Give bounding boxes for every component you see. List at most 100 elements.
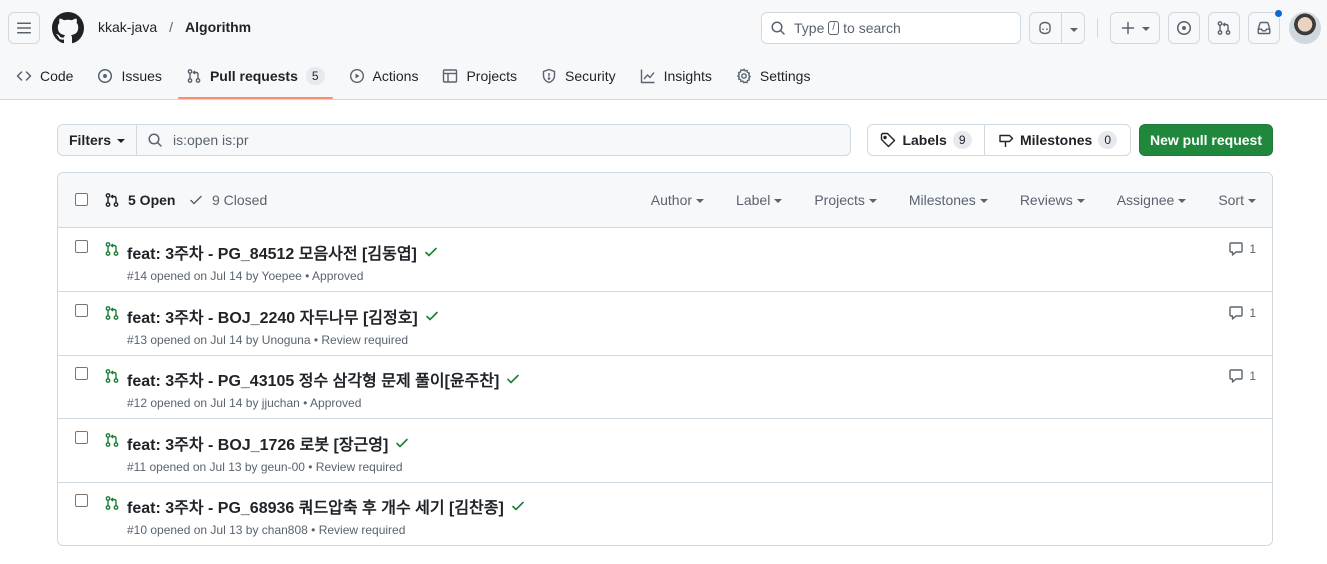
list-header: 5 Open 9 Closed Author Label Projects Mi… [58, 173, 1272, 228]
labels-button[interactable]: Labels 9 [867, 124, 985, 156]
open-filter-link[interactable]: 5 Open [104, 192, 175, 208]
milestone-icon [999, 134, 1014, 147]
search-icon [771, 21, 785, 35]
comments-link[interactable]: 1 [1228, 241, 1256, 257]
chevron-down-icon [1142, 27, 1150, 31]
your-pull-requests-button[interactable] [1208, 12, 1240, 44]
global-search-input[interactable]: Type / to search [761, 12, 1021, 44]
gear-icon [736, 68, 751, 84]
git-pull-request-icon [105, 193, 119, 207]
check-icon[interactable] [505, 371, 521, 387]
new-pull-request-button[interactable]: New pull request [1139, 124, 1273, 156]
search-placeholder-prefix: Type [794, 20, 825, 36]
search-placeholder-suffix: to search [843, 20, 901, 36]
chevron-down-icon [1178, 199, 1187, 203]
your-issues-button[interactable] [1168, 12, 1200, 44]
pull-request-row: feat: 3주차 - PG_84512 모음사전 [김동엽] #14 open… [58, 228, 1272, 292]
comment-count: 1 [1249, 242, 1256, 256]
comment-count: 1 [1249, 369, 1256, 383]
reviews-menu[interactable]: Reviews [1020, 192, 1085, 208]
tab-settings[interactable]: Settings [728, 56, 819, 96]
pull-request-title-link[interactable]: feat: 3주차 - PG_43105 정수 삼각형 문제 풀이[윤주찬] [127, 367, 521, 391]
repo-name-link[interactable]: Algorithm [185, 19, 251, 35]
inbox-icon [1257, 21, 1271, 35]
chevron-down-icon [696, 199, 705, 203]
menu-label: Milestones [908, 192, 976, 208]
pull-request-meta: #13 opened on Jul 14 by Unoguna • Review… [127, 333, 409, 347]
copilot-button[interactable] [1029, 12, 1085, 44]
play-icon [349, 68, 364, 84]
pull-request-title-link[interactable]: feat: 3주차 - BOJ_2240 자두나무 [김정호] [127, 304, 440, 328]
github-logo-icon[interactable] [52, 12, 84, 44]
menu-label: Sort [1218, 192, 1244, 208]
comment-icon [1229, 306, 1244, 320]
tab-label: Code [40, 68, 74, 84]
create-new-button[interactable] [1110, 12, 1160, 44]
pull-request-title-link[interactable]: feat: 3주차 - PG_84512 모음사전 [김동엽] [127, 240, 439, 264]
row-checkbox[interactable] [75, 494, 88, 507]
chevron-down-icon [774, 199, 783, 203]
graph-icon [640, 69, 655, 84]
menu-label: Reviews [1019, 192, 1073, 208]
row-checkbox[interactable] [75, 304, 88, 317]
check-icon[interactable] [394, 435, 410, 451]
table-icon [443, 69, 458, 83]
user-avatar[interactable] [1289, 12, 1321, 44]
tab-projects[interactable]: Projects [434, 56, 525, 96]
pull-request-row: feat: 3주차 - BOJ_2240 자두나무 [김정호] #13 open… [58, 292, 1272, 356]
tab-security[interactable]: Security [533, 56, 624, 96]
labels-counter: 9 [952, 131, 972, 149]
repo-owner-link[interactable]: kkak-java [98, 19, 157, 35]
chevron-down-icon [868, 199, 877, 203]
comments-link[interactable]: 1 [1228, 305, 1256, 321]
check-icon[interactable] [423, 244, 439, 260]
pull-request-title-link[interactable]: feat: 3주차 - BOJ_1726 로봇 [장근영] [127, 431, 410, 455]
pull-request-row: feat: 3주차 - PG_43105 정수 삼각형 문제 풀이[윤주찬] #… [58, 355, 1272, 419]
row-checkbox[interactable] [75, 240, 88, 253]
chevron-down-icon [117, 139, 125, 143]
pull-request-title-link[interactable]: feat: 3주차 - PG_68936 쿼드압축 후 개수 세기 [김찬종] [127, 494, 526, 518]
check-icon[interactable] [424, 308, 440, 324]
author-menu[interactable]: Author [651, 192, 705, 208]
row-checkbox[interactable] [75, 431, 88, 444]
tab-issues[interactable]: Issues [89, 56, 169, 96]
sort-menu[interactable]: Sort [1218, 192, 1256, 208]
tab-pull-requests[interactable]: Pull requests 5 [177, 56, 333, 99]
check-icon[interactable] [510, 498, 526, 514]
tab-insights[interactable]: Insights [632, 56, 720, 96]
code-icon [16, 71, 32, 81]
search-icon [148, 133, 162, 147]
app-header: kkak-java / Algorithm Type / to search C… [0, 0, 1327, 100]
open-pull-request-icon [105, 369, 119, 383]
closed-filter-link[interactable]: 9 Closed [188, 192, 267, 208]
open-pull-request-icon [105, 242, 119, 256]
milestones-menu[interactable]: Milestones [909, 192, 988, 208]
tab-code[interactable]: Code [8, 56, 81, 96]
pull-request-meta: #14 opened on Jul 14 by Yoepee • Approve… [127, 269, 364, 283]
projects-menu[interactable]: Projects [814, 192, 877, 208]
filters-dropdown-button[interactable]: Filters [57, 124, 137, 156]
pr-filter-input[interactable]: is:open is:pr [136, 124, 851, 156]
pull-request-title: feat: 3주차 - PG_68936 쿼드압축 후 개수 세기 [김찬종] [127, 500, 504, 517]
pull-request-title: feat: 3주차 - BOJ_2240 자두나무 [김정호] [127, 310, 418, 327]
select-all-checkbox[interactable] [75, 193, 88, 206]
menu-label: Projects [814, 192, 865, 208]
hamburger-icon [17, 22, 31, 34]
menu-button[interactable] [8, 12, 40, 44]
notifications-button[interactable] [1248, 9, 1283, 44]
milestones-button[interactable]: Milestones 0 [984, 124, 1131, 156]
closed-count-label: 9 Closed [212, 192, 268, 208]
tab-actions[interactable]: Actions [341, 56, 427, 96]
assignee-menu[interactable]: Assignee [1117, 192, 1187, 208]
issue-opened-icon [98, 68, 113, 84]
plus-icon [1121, 21, 1135, 35]
search-shortcut-key: / [828, 21, 840, 35]
check-icon [190, 195, 202, 205]
comments-link[interactable]: 1 [1228, 368, 1256, 384]
tab-label: Insights [663, 68, 712, 84]
label-menu[interactable]: Label [736, 192, 783, 208]
pull-request-list: 5 Open 9 Closed Author Label Projects Mi… [57, 172, 1273, 546]
comment-count: 1 [1249, 306, 1256, 320]
list-filter-menus: Author Label Projects Milestones Reviews… [651, 192, 1256, 208]
row-checkbox[interactable] [75, 367, 88, 380]
